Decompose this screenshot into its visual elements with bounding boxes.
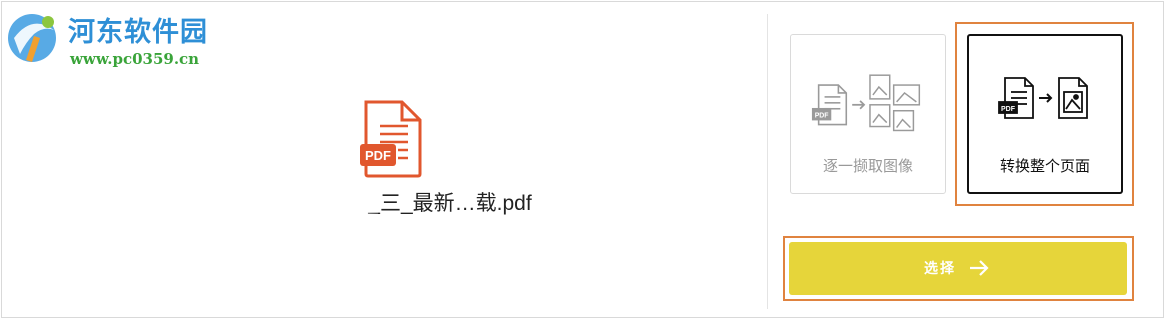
option-convert-page[interactable]: PDF 转换整个页面 [967,34,1123,194]
option-convert-page-label: 转换整个页面 [999,158,1090,175]
watermark-title: 河东软件园 [68,17,208,48]
option-extract-images[interactable]: PDF 逐一撷取图像 [790,34,946,194]
pdf-file-icon: PDF [360,100,422,178]
file-preview: PDF _三_最新…载.pdf [240,95,660,225]
svg-text:PDF: PDF [815,113,829,120]
watermark-logo-icon [8,14,56,62]
arrow-right-icon [970,260,989,276]
site-watermark: 河东软件园 www.pc0359.cn [4,6,214,68]
select-button[interactable]: 选择 [789,242,1127,295]
watermark-url: www.pc0359.cn [70,50,200,68]
svg-text:PDF: PDF [1001,106,1016,113]
panel-divider [767,14,768,309]
svg-text:PDF: PDF [365,148,391,163]
convert-page-icon: PDF [998,77,1088,119]
option-extract-images-label: 逐一撷取图像 [822,158,913,175]
redacted-area [288,183,378,217]
select-button-label: 选择 [924,260,956,276]
extract-images-icon: PDF [811,74,921,132]
